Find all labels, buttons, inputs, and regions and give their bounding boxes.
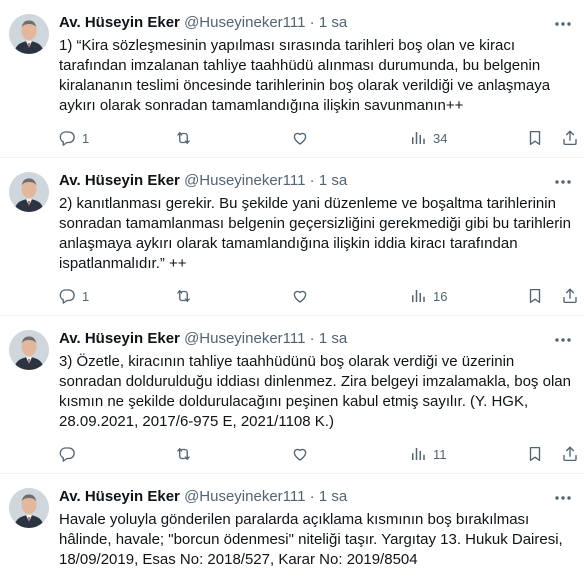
- tweet[interactable]: Av. Hüseyin Eker @Huseyineker111 · 1 sa …: [0, 316, 584, 474]
- retweet-icon: [174, 287, 193, 305]
- separator-dot: ·: [309, 14, 315, 31]
- reply-count: 1: [82, 130, 90, 146]
- reply-icon: [58, 129, 76, 147]
- author-handle[interactable]: @Huseyineker111: [184, 330, 305, 347]
- views-icon: [409, 129, 427, 147]
- tweet-text: 1) “Kira sözleşmesinin yapılması sırasın…: [59, 37, 551, 114]
- author-name[interactable]: Av. Hüseyin Eker: [59, 14, 180, 31]
- reply-button[interactable]: [58, 444, 82, 464]
- author-name[interactable]: Av. Hüseyin Eker: [59, 330, 180, 347]
- bookmark-icon: [526, 445, 544, 463]
- share-icon: [561, 287, 579, 305]
- timestamp[interactable]: 1 sa: [319, 488, 347, 505]
- author-handle[interactable]: @Huseyineker111: [184, 172, 305, 189]
- retweet-button[interactable]: [174, 286, 199, 306]
- share-icon: [561, 129, 579, 147]
- retweet-button[interactable]: [174, 444, 199, 464]
- reply-count: 1: [82, 288, 90, 304]
- timestamp[interactable]: 1 sa: [319, 14, 347, 31]
- views-icon: [409, 287, 427, 305]
- tweet[interactable]: Av. Hüseyin Eker @Huseyineker111 · 1 sa …: [0, 0, 584, 158]
- reply-button[interactable]: 1: [58, 286, 89, 306]
- author-handle[interactable]: @Huseyineker111: [184, 14, 305, 31]
- author-name[interactable]: Av. Hüseyin Eker: [59, 488, 180, 505]
- share-icon: [561, 445, 579, 463]
- retweet-icon: [174, 445, 193, 463]
- reply-icon: [58, 287, 76, 305]
- separator-dot: ·: [309, 330, 315, 347]
- like-icon: [291, 129, 309, 147]
- tweet-text: 3) Özetle, kiracının tahliye taahhüdünü …: [59, 353, 571, 430]
- share-button[interactable]: [561, 286, 579, 306]
- share-button[interactable]: [561, 444, 579, 464]
- separator-dot: ·: [309, 488, 315, 505]
- timestamp[interactable]: 1 sa: [319, 330, 347, 347]
- avatar[interactable]: [9, 14, 49, 54]
- retweet-icon: [174, 129, 193, 147]
- like-button[interactable]: [291, 444, 315, 464]
- timestamp[interactable]: 1 sa: [319, 172, 347, 189]
- more-icon[interactable]: [552, 172, 574, 192]
- views-button[interactable]: 16: [409, 286, 447, 306]
- views-button[interactable]: 34: [409, 128, 447, 148]
- tweet[interactable]: Av. Hüseyin Eker @Huseyineker111 · 1 sa …: [0, 158, 584, 316]
- tweet-actions: 1 34: [50, 128, 577, 148]
- reply-button[interactable]: 1: [58, 128, 89, 148]
- like-button[interactable]: [291, 128, 315, 148]
- views-button[interactable]: 11: [409, 444, 447, 464]
- bookmark-icon: [526, 287, 544, 305]
- tweet-actions: 11: [50, 444, 577, 464]
- retweet-button[interactable]: [174, 128, 199, 148]
- avatar[interactable]: [9, 488, 49, 528]
- avatar[interactable]: [9, 330, 49, 370]
- bookmark-button[interactable]: [526, 128, 544, 148]
- views-count: 16: [433, 288, 448, 304]
- tweet-text: 2) kanıtlanması gerekir. Bu şekilde yani…: [59, 195, 571, 272]
- views-count: 34: [433, 130, 448, 146]
- like-icon: [291, 287, 309, 305]
- bookmark-button[interactable]: [526, 286, 544, 306]
- reply-icon: [58, 445, 76, 463]
- views-icon: [409, 445, 427, 463]
- tweet-actions: 1 16: [50, 286, 577, 306]
- more-icon[interactable]: [552, 14, 574, 34]
- more-icon[interactable]: [552, 330, 574, 350]
- more-icon[interactable]: [552, 488, 574, 508]
- views-count: 11: [433, 446, 447, 462]
- bookmark-icon: [526, 129, 544, 147]
- author-name[interactable]: Av. Hüseyin Eker: [59, 172, 180, 189]
- bookmark-button[interactable]: [526, 444, 544, 464]
- like-button[interactable]: [291, 286, 315, 306]
- author-handle[interactable]: @Huseyineker111: [184, 488, 305, 505]
- tweet-text: Havale yoluyla gönderilen paralarda açık…: [59, 511, 563, 568]
- separator-dot: ·: [309, 172, 315, 189]
- avatar[interactable]: [9, 172, 49, 212]
- like-icon: [291, 445, 309, 463]
- tweet[interactable]: Av. Hüseyin Eker @Huseyineker111 · 1 sa …: [0, 474, 584, 584]
- share-button[interactable]: [561, 128, 579, 148]
